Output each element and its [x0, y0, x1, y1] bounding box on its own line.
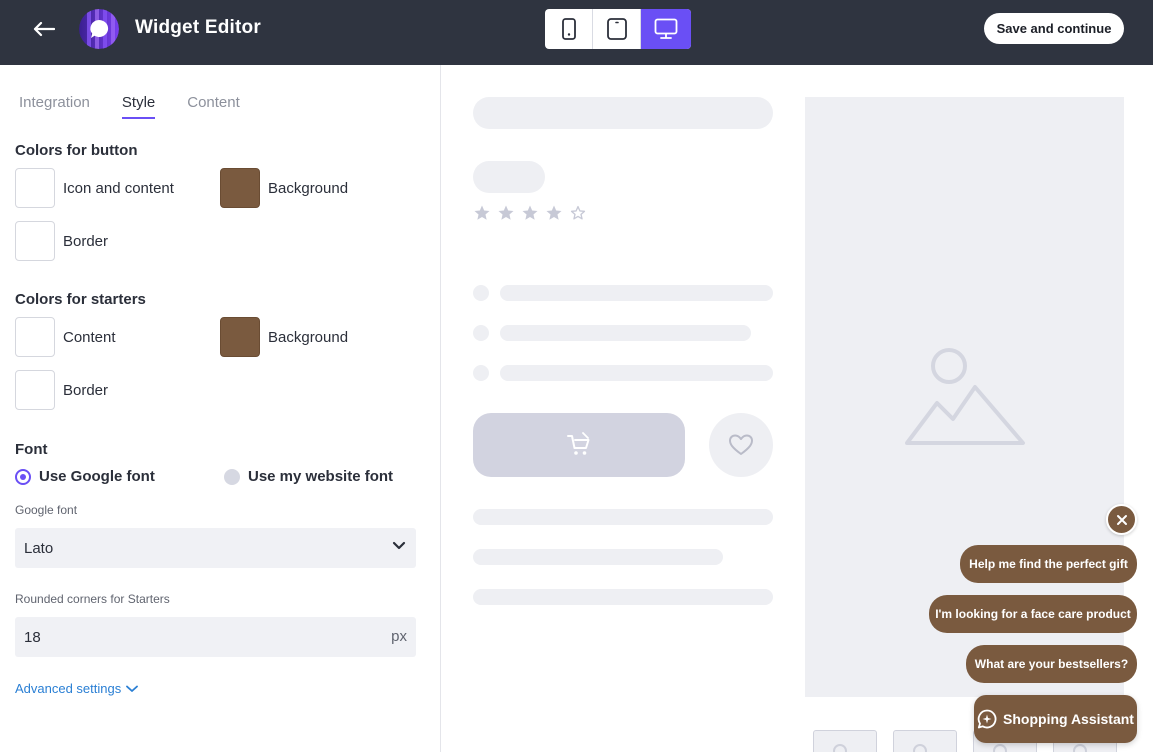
- starter-button[interactable]: I'm looking for a face care product: [929, 595, 1137, 633]
- button-colors-title: Colors for button: [15, 142, 138, 159]
- font-title: Font: [15, 441, 48, 458]
- rounded-corners-label: Rounded corners for Starters: [15, 592, 170, 606]
- star-empty-icon: [570, 205, 586, 220]
- wishlist-placeholder: [709, 413, 773, 477]
- swatch-label: Background: [268, 328, 349, 346]
- starter-border-color: Border: [15, 370, 108, 410]
- title-placeholder: [473, 97, 773, 129]
- button-icon-content-color: Icon and content: [15, 168, 174, 208]
- text-line-placeholder: [473, 549, 723, 565]
- text-line-placeholder: [473, 589, 773, 605]
- radio-label: Use my website font: [248, 468, 394, 485]
- rounded-corners-unit: px: [391, 628, 407, 645]
- chevron-down-icon: [392, 541, 406, 550]
- google-font-select[interactable]: Lato: [15, 528, 416, 568]
- starter-background-swatch[interactable]: [220, 317, 260, 357]
- tab-content[interactable]: Content: [187, 94, 240, 119]
- mobile-view-button[interactable]: [545, 9, 593, 49]
- star-filled-icon: [474, 205, 490, 220]
- bullet-placeholder: [473, 365, 489, 381]
- star-filled-icon: [498, 205, 514, 220]
- thumbnail-placeholder: [893, 730, 957, 752]
- cart-icon: [567, 432, 590, 455]
- back-button[interactable]: [28, 14, 60, 44]
- google-font-radio[interactable]: Use Google font: [15, 468, 155, 485]
- text-line-placeholder: [500, 325, 751, 341]
- rating-stars: [473, 204, 587, 222]
- top-bar: Widget Editor Save and continue: [0, 0, 1153, 65]
- radio-unchecked-icon: [224, 468, 240, 485]
- bullet-placeholder: [473, 285, 489, 301]
- starter-content-color: Content: [15, 317, 116, 357]
- starter-button[interactable]: Help me find the perfect gift: [960, 545, 1137, 583]
- preview-area: Help me find the perfect gift I'm lookin…: [441, 65, 1153, 752]
- button-icon-content-swatch[interactable]: [15, 168, 55, 208]
- radio-label: Use Google font: [39, 468, 155, 485]
- text-line-placeholder: [500, 365, 773, 381]
- app-logo: [79, 9, 119, 49]
- mobile-icon: [561, 18, 576, 40]
- swatch-label: Border: [63, 232, 109, 250]
- swatch-label: Content: [63, 328, 116, 346]
- widget-close-button[interactable]: [1106, 504, 1137, 535]
- swatch-label: Background: [268, 179, 349, 197]
- button-border-swatch[interactable]: [15, 221, 55, 261]
- rounded-corners-input[interactable]: 18 px: [15, 617, 416, 657]
- tablet-icon: [606, 18, 627, 40]
- heart-icon: [729, 434, 753, 455]
- device-switch: [545, 9, 691, 49]
- star-filled-icon: [546, 205, 562, 220]
- starter-background-color: Background: [220, 317, 348, 357]
- save-and-continue-button[interactable]: Save and continue: [984, 13, 1124, 44]
- shopping-assistant-button[interactable]: Shopping Assistant: [974, 695, 1137, 743]
- arrow-left-icon: [33, 21, 55, 37]
- google-font-value: Lato: [24, 539, 54, 557]
- chat-sparkle-icon: [977, 709, 997, 729]
- tab-integration[interactable]: Integration: [19, 94, 90, 119]
- advanced-settings-label: Advanced settings: [15, 681, 122, 696]
- advanced-settings-link[interactable]: Advanced settings: [15, 681, 139, 696]
- starter-button[interactable]: What are your bestsellers?: [966, 645, 1137, 683]
- tablet-view-button[interactable]: [593, 9, 641, 49]
- text-line-placeholder: [500, 285, 773, 301]
- starter-content-swatch[interactable]: [15, 317, 55, 357]
- thumbnail-placeholder: [813, 730, 877, 752]
- chevron-down-icon: [126, 685, 139, 692]
- button-background-swatch[interactable]: [220, 168, 260, 208]
- button-background-color: Background: [220, 168, 348, 208]
- rounded-corners-value: 18: [24, 628, 41, 646]
- desktop-view-button[interactable]: [641, 9, 691, 49]
- desktop-icon: [654, 18, 678, 39]
- settings-tabs: Integration Style Content: [19, 94, 272, 119]
- shopping-assistant-label: Shopping Assistant: [1003, 711, 1134, 727]
- tab-style[interactable]: Style: [121, 94, 156, 119]
- text-line-placeholder: [473, 509, 773, 525]
- swatch-label: Border: [63, 381, 109, 399]
- starter-colors-title: Colors for starters: [15, 291, 146, 308]
- image-icon: [904, 348, 1025, 445]
- website-font-radio[interactable]: Use my website font: [224, 468, 393, 485]
- swatch-label: Icon and content: [63, 179, 174, 197]
- google-font-label: Google font: [15, 503, 78, 517]
- starter-border-swatch[interactable]: [15, 370, 55, 410]
- button-border-color: Border: [15, 221, 108, 261]
- price-placeholder: [473, 161, 545, 193]
- close-icon: [1116, 514, 1127, 525]
- star-filled-icon: [522, 205, 538, 220]
- radio-checked-icon: [15, 468, 31, 485]
- bullet-placeholder: [473, 325, 489, 341]
- settings-panel: Integration Style Content Colors for but…: [0, 65, 441, 752]
- page-title: Widget Editor: [135, 17, 261, 38]
- add-to-cart-placeholder: [473, 413, 685, 477]
